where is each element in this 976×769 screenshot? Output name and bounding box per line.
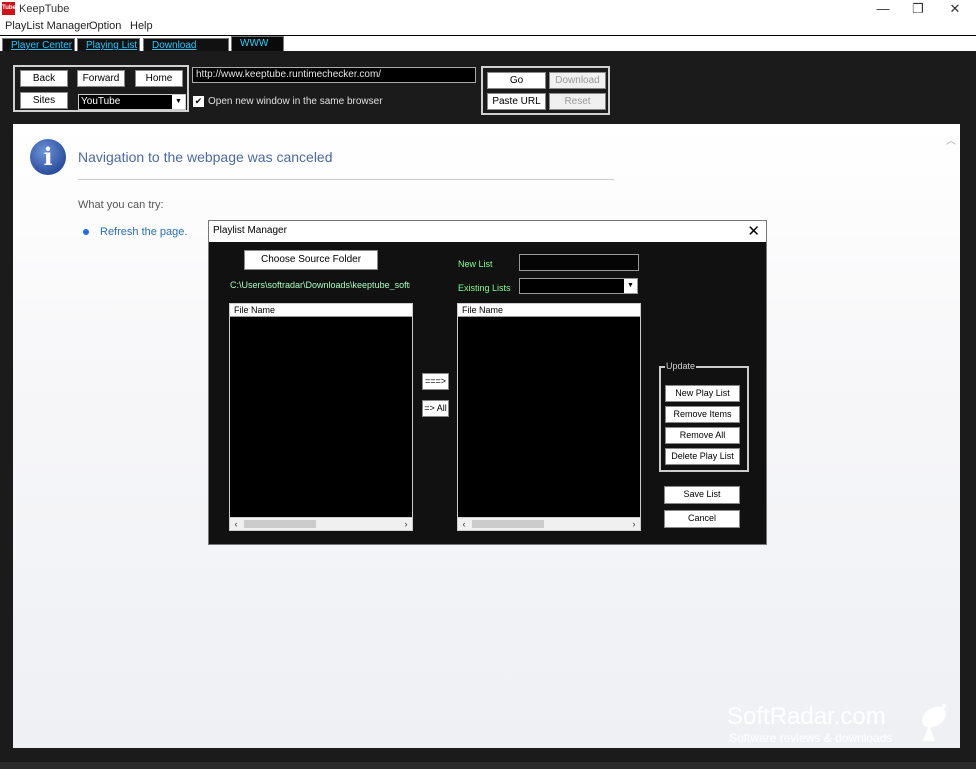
forward-button[interactable]: Forward bbox=[77, 70, 125, 87]
delete-play-list-button[interactable]: Delete Play List bbox=[665, 448, 740, 465]
refresh-page-link[interactable]: Refresh the page. bbox=[100, 226, 187, 238]
remove-items-button[interactable]: Remove Items bbox=[665, 406, 740, 423]
horizontal-scrollbar[interactable]: ‹ › bbox=[458, 517, 640, 530]
menu-bar: PlayList Manager Option Help bbox=[0, 19, 976, 35]
move-all-button[interactable]: => All bbox=[422, 400, 449, 417]
playlist-manager-dialog: Playlist Manager ✕ Choose Source Folder … bbox=[208, 220, 767, 545]
divider bbox=[78, 179, 614, 180]
choose-source-folder-button[interactable]: Choose Source Folder bbox=[244, 250, 378, 270]
scroll-left-icon[interactable]: ‹ bbox=[230, 518, 242, 530]
satellite-dish-icon bbox=[922, 704, 946, 741]
watermark: SoftRadar.com Software reviews & downloa… bbox=[727, 703, 957, 745]
site-select-value: YouTube bbox=[81, 96, 121, 107]
sites-button[interactable]: Sites bbox=[20, 92, 68, 109]
watermark-brand: SoftRadar.com bbox=[727, 703, 886, 730]
url-action-group: Go Download Paste URL Reset bbox=[481, 66, 610, 115]
tab-playing-list[interactable]: Playing List bbox=[77, 38, 140, 52]
paste-url-button[interactable]: Paste URL bbox=[487, 93, 546, 110]
open-new-window-label: Open new window in the same browser bbox=[208, 96, 383, 107]
source-path: C:\Users\softradar\Downloads\keeptube_so… bbox=[230, 280, 410, 290]
horizontal-scrollbar[interactable]: ‹ › bbox=[230, 517, 412, 530]
scroll-up-icon[interactable]: ︿ bbox=[946, 132, 956, 147]
app-icon: Tube bbox=[2, 2, 16, 15]
reset-button[interactable]: Reset bbox=[549, 93, 606, 110]
cancel-button[interactable]: Cancel bbox=[664, 510, 740, 528]
browser-toolbar: Back Forward Home Sites YouTube ▼ http:/… bbox=[0, 51, 976, 119]
info-icon: i bbox=[30, 139, 66, 175]
update-legend: Update bbox=[665, 361, 697, 371]
url-input[interactable]: http://www.keeptube.runtimechecker.com/ bbox=[192, 67, 476, 83]
existing-lists-label: Existing Lists bbox=[458, 283, 511, 293]
minimize-button[interactable]: — bbox=[865, 0, 901, 19]
page-title: Navigation to the webpage was canceled bbox=[78, 149, 333, 165]
menu-playlist-manager[interactable]: PlayList Manager bbox=[5, 20, 90, 32]
source-file-list[interactable]: File Name ‹ › bbox=[229, 303, 413, 531]
window-title: KeepTube bbox=[19, 3, 70, 15]
chevron-down-icon[interactable]: ▼ bbox=[172, 95, 185, 109]
restore-button[interactable]: ❐ bbox=[900, 0, 936, 19]
tab-download-center[interactable]: Download Center bbox=[143, 38, 229, 62]
close-icon[interactable]: ✕ bbox=[747, 222, 760, 240]
tab-www[interactable]: WWW bbox=[231, 36, 284, 52]
new-play-list-button[interactable]: New Play List bbox=[665, 385, 740, 402]
tab-player-center[interactable]: Player Center bbox=[2, 38, 75, 52]
watermark-tagline: Software reviews & downloads bbox=[729, 731, 893, 745]
dialog-title: Playlist Manager bbox=[213, 225, 287, 236]
nav-button-group: Back Forward Home Sites YouTube ▼ bbox=[13, 65, 189, 112]
move-selected-button[interactable]: ===> bbox=[422, 373, 449, 390]
column-header-file-name[interactable]: File Name bbox=[230, 304, 412, 317]
site-select[interactable]: YouTube ▼ bbox=[78, 94, 186, 110]
new-list-label: New List bbox=[458, 259, 493, 269]
scroll-right-icon[interactable]: › bbox=[628, 518, 640, 530]
menu-help[interactable]: Help bbox=[130, 20, 153, 32]
close-button[interactable]: ✕ bbox=[937, 0, 973, 19]
existing-lists-select[interactable]: ▼ bbox=[519, 278, 638, 294]
go-button[interactable]: Go bbox=[487, 72, 546, 89]
column-header-file-name[interactable]: File Name bbox=[458, 304, 640, 317]
scroll-left-icon[interactable]: ‹ bbox=[458, 518, 470, 530]
bullet-icon bbox=[83, 229, 89, 235]
save-list-button[interactable]: Save List bbox=[664, 486, 740, 504]
chevron-down-icon[interactable]: ▼ bbox=[624, 279, 637, 293]
scroll-right-icon[interactable]: › bbox=[400, 518, 412, 530]
try-label: What you can try: bbox=[78, 199, 164, 211]
playlist-file-list[interactable]: File Name ‹ › bbox=[457, 303, 641, 531]
scroll-thumb[interactable] bbox=[244, 520, 316, 528]
open-new-window-checkbox[interactable]: ✔ bbox=[193, 96, 204, 107]
scroll-thumb[interactable] bbox=[472, 520, 544, 528]
dialog-title-bar: Playlist Manager ✕ bbox=[209, 221, 766, 242]
title-bar: Tube KeepTube — ❐ ✕ bbox=[0, 0, 976, 19]
download-button[interactable]: Download bbox=[549, 72, 606, 89]
new-list-input[interactable] bbox=[519, 254, 639, 271]
tab-strip: Player Center Playing List Download Cent… bbox=[0, 35, 976, 62]
remove-all-button[interactable]: Remove All bbox=[665, 427, 740, 444]
back-button[interactable]: Back bbox=[20, 70, 68, 87]
home-button[interactable]: Home bbox=[135, 70, 183, 87]
menu-option[interactable]: Option bbox=[89, 20, 121, 32]
update-group: Update New Play List Remove Items Remove… bbox=[659, 361, 749, 472]
status-bar bbox=[0, 762, 976, 769]
